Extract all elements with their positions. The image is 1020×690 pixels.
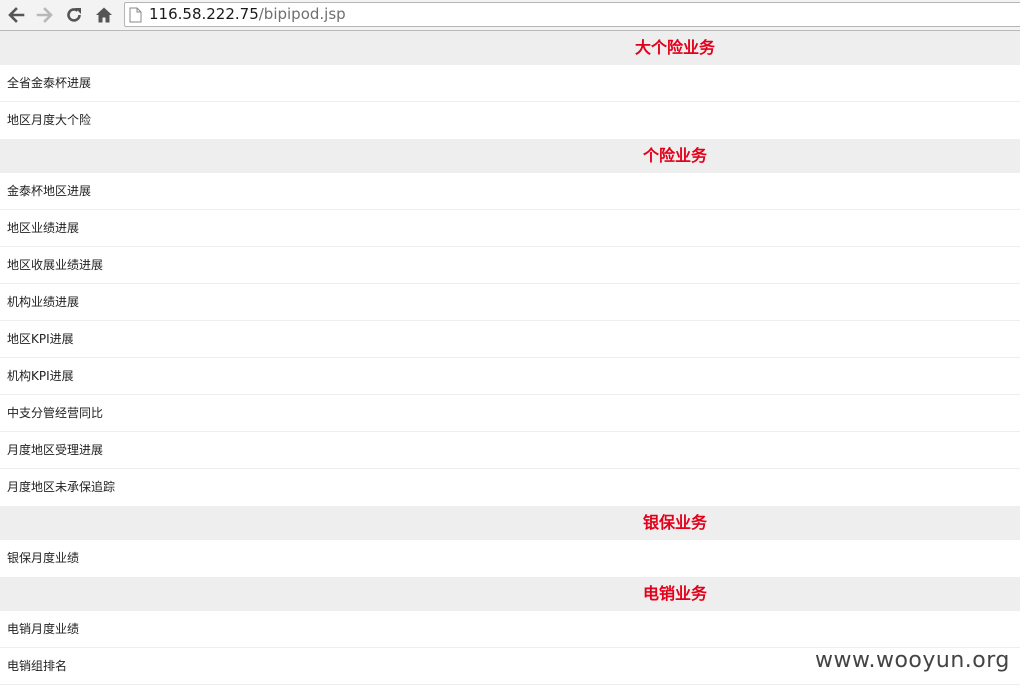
reload-icon bbox=[67, 8, 81, 22]
list-item[interactable]: 地区KPI进展 bbox=[0, 321, 1020, 358]
list-item-link[interactable]: 中支分管经营同比 bbox=[7, 406, 103, 420]
list-item-link[interactable]: 地区KPI进展 bbox=[7, 332, 74, 346]
list-item-link[interactable]: 地区收展业绩进展 bbox=[7, 258, 103, 272]
list-item-link[interactable]: 机构业绩进展 bbox=[7, 295, 79, 309]
address-bar[interactable]: 116.58.222.75/bipipod.jsp bbox=[124, 2, 1020, 27]
list-item[interactable]: 地区月度大个险 bbox=[0, 102, 1020, 139]
list-item[interactable]: 电销月度业绩 bbox=[0, 611, 1020, 648]
list-item[interactable]: 金泰杯地区进展 bbox=[0, 173, 1020, 210]
list-item-link[interactable]: 金泰杯地区进展 bbox=[7, 184, 91, 198]
reload-button[interactable] bbox=[62, 3, 86, 27]
url-host: 116.58.222.75 bbox=[149, 5, 259, 23]
page-icon bbox=[129, 7, 142, 27]
list-item-link[interactable]: 地区月度大个险 bbox=[7, 113, 91, 127]
section-header-yin-bao: 银保业务 bbox=[0, 506, 1020, 540]
list-item-link[interactable]: 电销月度业绩 bbox=[7, 622, 79, 636]
list-item[interactable]: 机构KPI进展 bbox=[0, 358, 1020, 395]
list-item[interactable]: 月度地区未承保追踪 bbox=[0, 469, 1020, 506]
section-header-da-ge-xian: 大个险业务 bbox=[0, 31, 1020, 65]
list-item[interactable]: 机构业绩进展 bbox=[0, 284, 1020, 321]
arrow-right-icon bbox=[36, 7, 53, 23]
watermark: www.wooyun.org bbox=[815, 648, 1010, 673]
list-item-link[interactable]: 地区业绩进展 bbox=[7, 221, 79, 235]
list-item-link[interactable]: 月度地区受理进展 bbox=[7, 443, 103, 457]
section-header-dian-xiao: 电销业务 bbox=[0, 577, 1020, 611]
list-item[interactable]: 地区收展业绩进展 bbox=[0, 247, 1020, 284]
list-item-link[interactable]: 全省金泰杯进展 bbox=[7, 76, 91, 90]
list-item[interactable]: 全省金泰杯进展 bbox=[0, 65, 1020, 102]
forward-button[interactable] bbox=[33, 3, 57, 27]
url-text: 116.58.222.75/bipipod.jsp bbox=[149, 5, 346, 24]
list-item-link[interactable]: 月度地区未承保追踪 bbox=[7, 480, 115, 494]
list-item-link[interactable]: 银保月度业绩 bbox=[7, 551, 79, 565]
page-content: 大个险业务 全省金泰杯进展 地区月度大个险 个险业务 金泰杯地区进展 地区业绩进… bbox=[0, 31, 1020, 685]
arrow-left-icon bbox=[8, 7, 25, 23]
list-item-link[interactable]: 电销组排名 bbox=[7, 659, 67, 673]
list-item[interactable]: 地区业绩进展 bbox=[0, 210, 1020, 247]
browser-toolbar: 116.58.222.75/bipipod.jsp bbox=[0, 0, 1020, 31]
list-item[interactable]: 月度地区受理进展 bbox=[0, 432, 1020, 469]
back-button[interactable] bbox=[4, 3, 28, 27]
home-button[interactable] bbox=[92, 3, 116, 27]
list-item[interactable]: 中支分管经营同比 bbox=[0, 395, 1020, 432]
list-item-link[interactable]: 机构KPI进展 bbox=[7, 369, 74, 383]
list-item[interactable]: 银保月度业绩 bbox=[0, 540, 1020, 577]
home-icon bbox=[96, 7, 112, 23]
url-path: /bipipod.jsp bbox=[258, 5, 346, 23]
section-header-ge-xian: 个险业务 bbox=[0, 139, 1020, 173]
